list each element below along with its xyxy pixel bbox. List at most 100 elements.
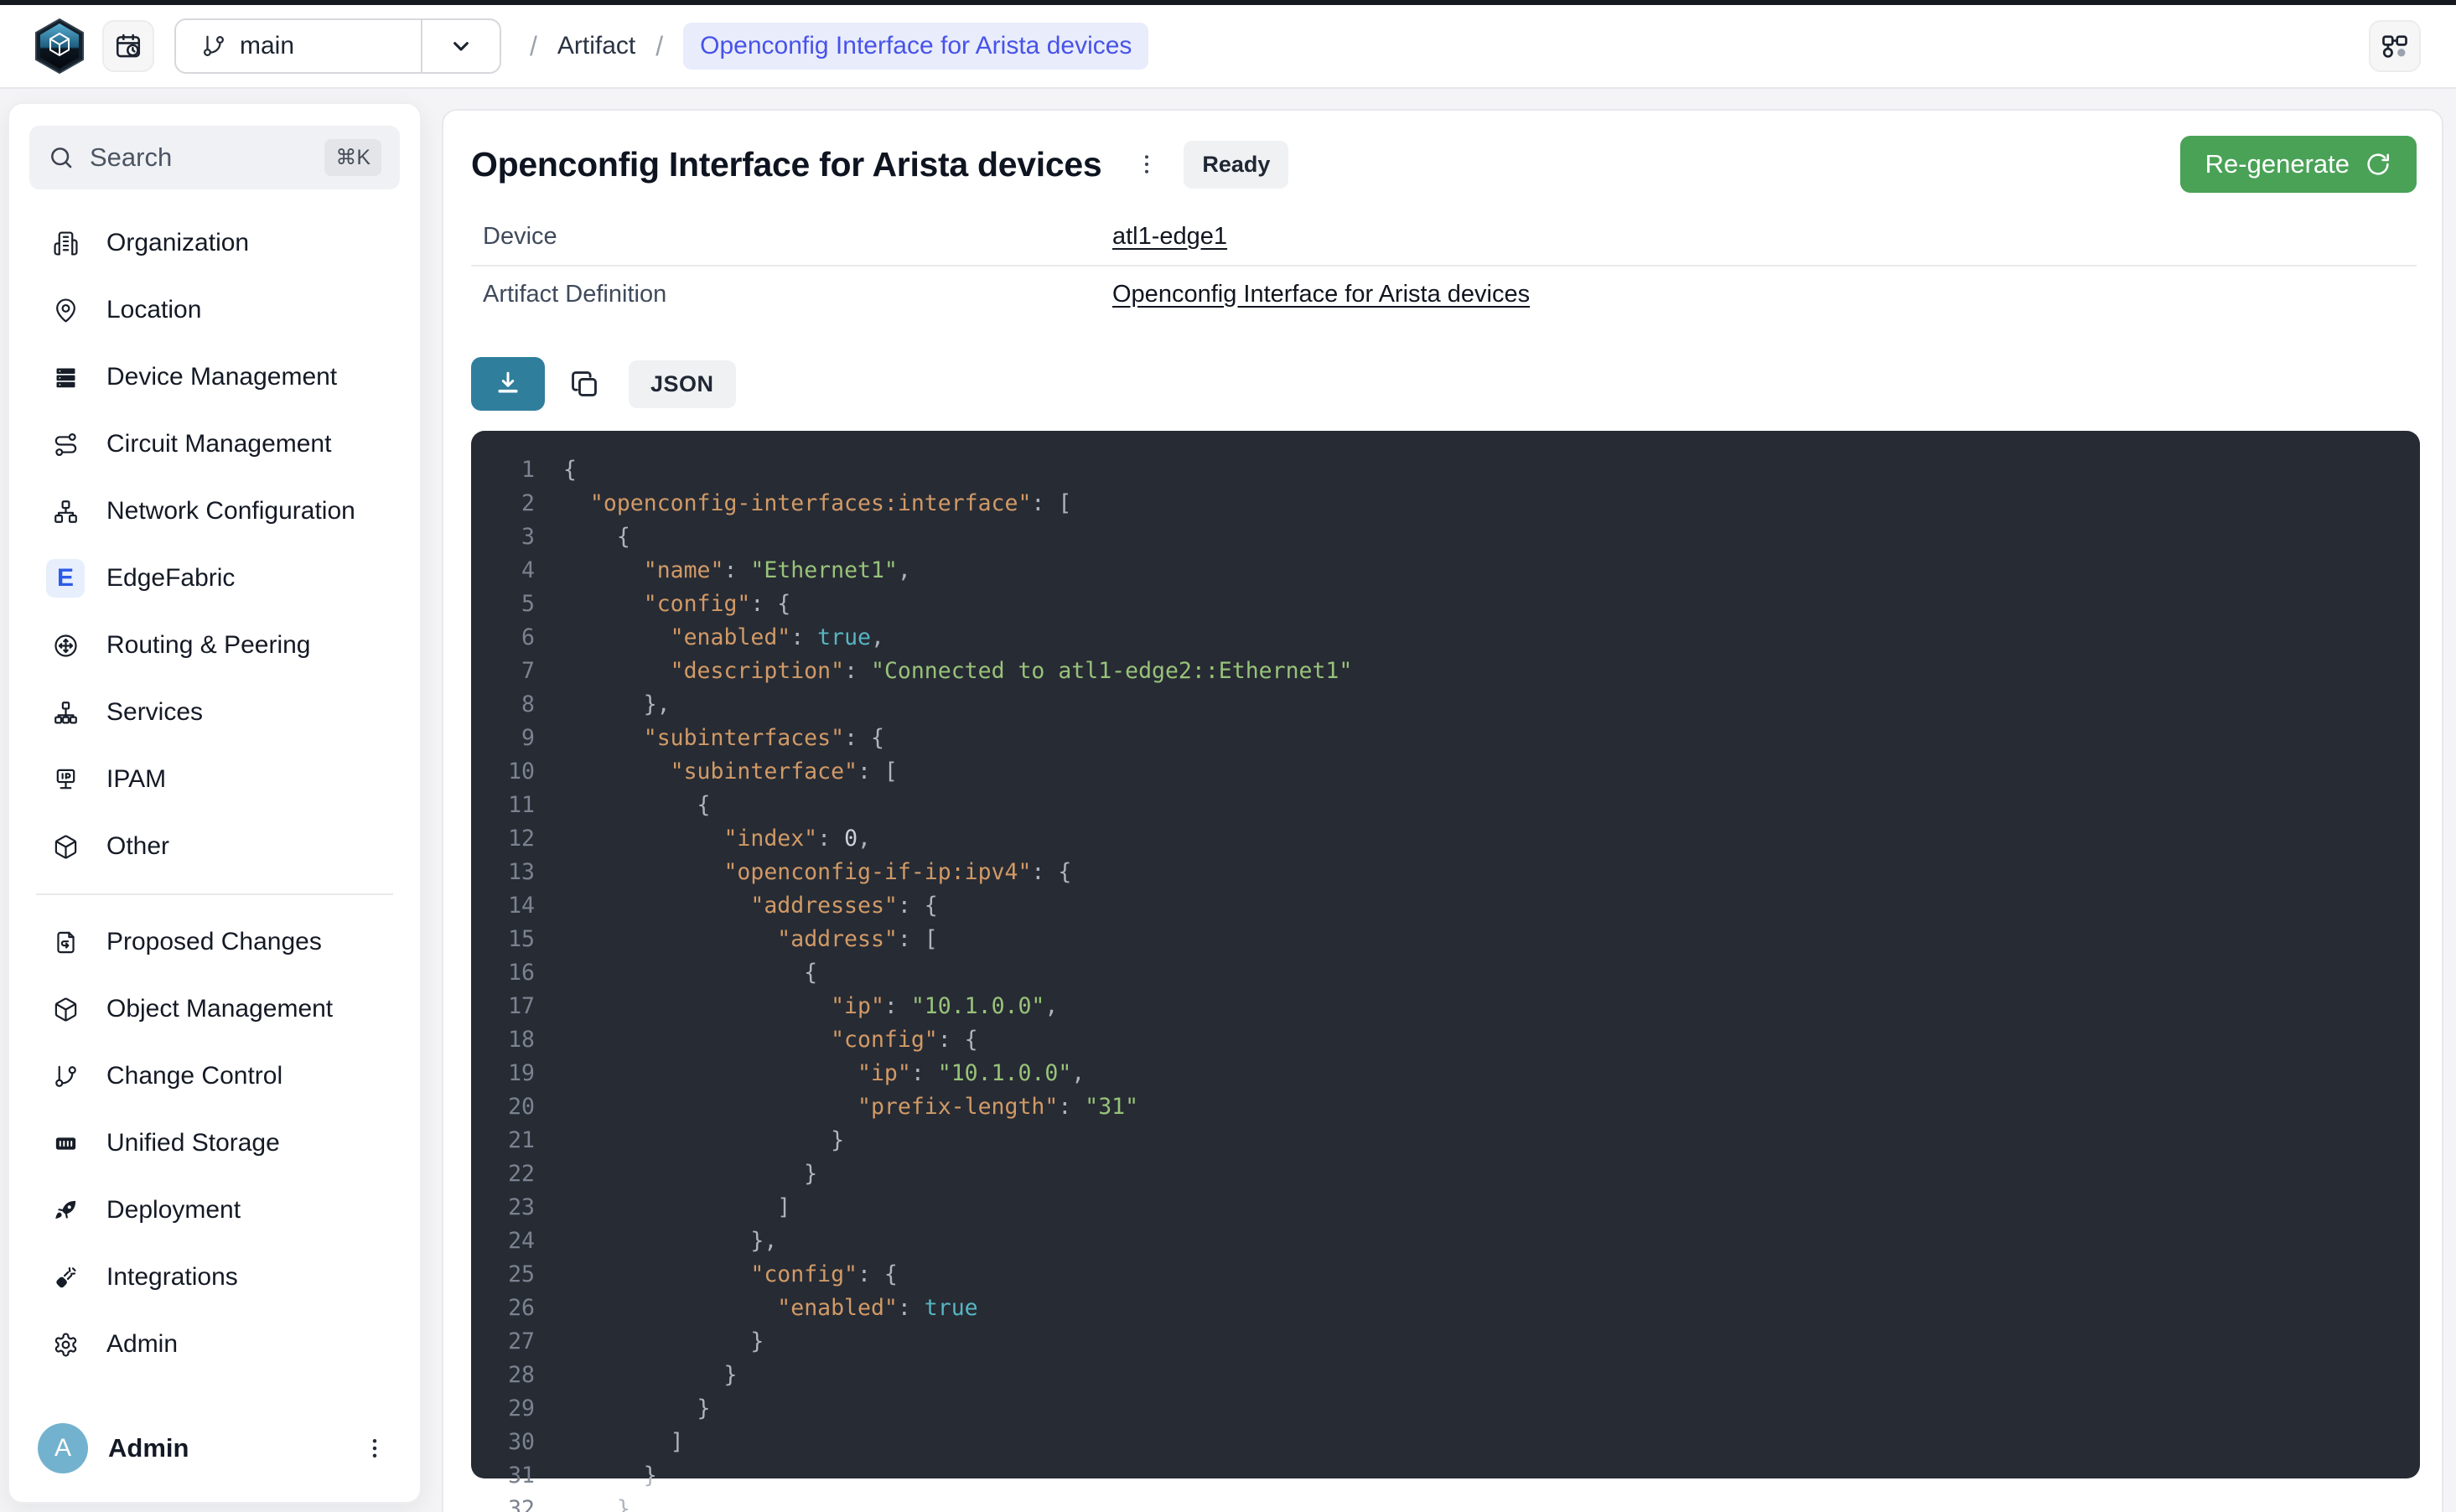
line-number: 16 [471, 960, 535, 986]
sidebar-item-deployment[interactable]: Deployment [29, 1177, 400, 1244]
code-text: ] [563, 1194, 790, 1220]
code-line: 25 "config": { [471, 1257, 2420, 1291]
code-line: 32 }, [471, 1492, 2420, 1512]
code-line: 31 } [471, 1458, 2420, 1492]
sidebar-item-edgefabric[interactable]: EEdgeFabric [29, 545, 400, 612]
sidebar-item-label: Circuit Management [106, 430, 331, 458]
code-line: 9 "subinterfaces": { [471, 721, 2420, 754]
page-title: Openconfig Interface for Arista devices [471, 145, 1101, 184]
code-text: "subinterfaces": { [563, 725, 884, 751]
artifact-definition-link[interactable]: Openconfig Interface for Arista devices [1112, 281, 1530, 308]
line-number: 20 [471, 1094, 535, 1120]
code-text: } [563, 1362, 737, 1388]
regenerate-button[interactable]: Re-generate [2180, 136, 2417, 193]
object-management-icon [46, 990, 85, 1028]
code-text: } [563, 1328, 764, 1354]
topology-button[interactable] [2369, 20, 2421, 72]
code-lines: 1{2 "openconfig-interfaces:interface": [… [471, 453, 2420, 1512]
breadcrumb-item-current[interactable]: Openconfig Interface for Arista devices [683, 23, 1148, 70]
search-icon [48, 144, 75, 171]
title-menu-button[interactable] [1132, 149, 1162, 179]
line-number: 19 [471, 1060, 535, 1086]
breadcrumb-separator: / [530, 31, 537, 62]
line-number: 15 [471, 926, 535, 952]
sidebar-nav-primary: Organization LocationDevice Management Cir… [29, 210, 400, 880]
line-number: 6 [471, 624, 535, 650]
code-text: "enabled": true, [563, 624, 884, 650]
line-number: 30 [471, 1429, 535, 1455]
sidebar-item-circuit-management[interactable]: Circuit Management [29, 411, 400, 478]
sidebar-item-admin[interactable]: Admin [29, 1311, 400, 1378]
breadcrumb-item-artifact[interactable]: Artifact [557, 32, 635, 60]
search-placeholder: Search [90, 142, 172, 173]
code-line: 27 } [471, 1324, 2420, 1358]
device-link[interactable]: atl1-edge1 [1112, 223, 1227, 251]
edgefabric-icon: E [46, 559, 85, 598]
search-input[interactable]: Search ⌘K [29, 126, 400, 189]
sidebar-item-label: Integrations [106, 1263, 238, 1292]
code-line: 11 { [471, 788, 2420, 821]
calendar-clock-button[interactable] [102, 20, 154, 72]
line-number: 3 [471, 524, 535, 550]
download-icon [493, 369, 523, 399]
code-line: 14 "addresses": { [471, 888, 2420, 922]
code-text: } [563, 1463, 657, 1489]
branch-selector[interactable]: main [174, 18, 501, 74]
code-text: { [563, 524, 630, 550]
sidebar-item-label: Deployment [106, 1196, 241, 1225]
line-number: 9 [471, 725, 535, 751]
sidebar-item-location[interactable]: Location [29, 277, 400, 344]
sidebar-item-routing-peering[interactable]: Routing & Peering [29, 612, 400, 679]
code-line: 29 } [471, 1391, 2420, 1425]
code-text: { [563, 960, 817, 986]
sidebar-item-organization[interactable]: Organization [29, 210, 400, 277]
code-line: 5 "config": { [471, 587, 2420, 620]
admin-icon [46, 1325, 85, 1364]
sidebar-item-network-configuration[interactable]: Network Configuration [29, 478, 400, 545]
field-row-device: Device atl1-edge1 [471, 208, 2417, 265]
format-tab-json[interactable]: JSON [629, 360, 736, 408]
sidebar-item-object-management[interactable]: Object Management [29, 976, 400, 1043]
sidebar-item-device-management[interactable]: Device Management [29, 344, 400, 411]
sidebar-item-ipam[interactable]: IPAM [29, 746, 400, 813]
download-button[interactable] [471, 357, 545, 411]
sidebar-item-label: Organization [106, 229, 249, 257]
organization-icon [46, 224, 85, 262]
user-row[interactable]: A Admin [29, 1416, 400, 1480]
code-text: "config": { [563, 591, 790, 617]
network-configuration-icon [46, 492, 85, 531]
regenerate-label: Re-generate [2205, 149, 2350, 179]
code-line: 16 { [471, 955, 2420, 989]
code-line: 30 ] [471, 1425, 2420, 1458]
code-line: 18 "config": { [471, 1023, 2420, 1056]
sidebar-item-label: Routing & Peering [106, 631, 311, 660]
user-menu-button[interactable] [358, 1432, 391, 1465]
unified-storage-icon [46, 1124, 85, 1162]
breadcrumb-separator: / [655, 31, 663, 62]
line-number: 27 [471, 1328, 535, 1354]
sidebar-item-proposed-changes[interactable]: Proposed Changes [29, 909, 400, 976]
topbar: main / Artifact / Openconfig Interface f… [0, 5, 2456, 89]
branch-selector-dropdown[interactable] [422, 20, 500, 72]
line-number: 7 [471, 658, 535, 684]
code-viewer[interactable]: 1{2 "openconfig-interfaces:interface": [… [471, 431, 2420, 1478]
sidebar-item-unified-storage[interactable]: Unified Storage [29, 1110, 400, 1177]
sidebar: Search ⌘K Organization LocationDevice Man… [8, 102, 422, 1504]
deployment-icon [46, 1191, 85, 1230]
code-text: } [563, 1161, 817, 1187]
sidebar-item-integrations[interactable]: Integrations [29, 1244, 400, 1311]
sidebar-item-change-control[interactable]: Change Control [29, 1043, 400, 1110]
branch-selector-value[interactable]: main [176, 20, 421, 72]
sidebar-item-other[interactable]: Other [29, 813, 400, 880]
line-number: 24 [471, 1228, 535, 1254]
code-text: "addresses": { [563, 893, 938, 919]
code-text: }, [563, 691, 671, 717]
sidebar-item-services[interactable]: Services [29, 679, 400, 746]
code-line: 10 "subinterface": [ [471, 754, 2420, 788]
copy-button[interactable] [568, 365, 605, 402]
code-text: "enabled": true [563, 1295, 978, 1321]
app-logo-icon[interactable] [35, 18, 84, 74]
line-number: 4 [471, 557, 535, 583]
line-number: 28 [471, 1362, 535, 1388]
calendar-clock-icon [114, 32, 142, 60]
